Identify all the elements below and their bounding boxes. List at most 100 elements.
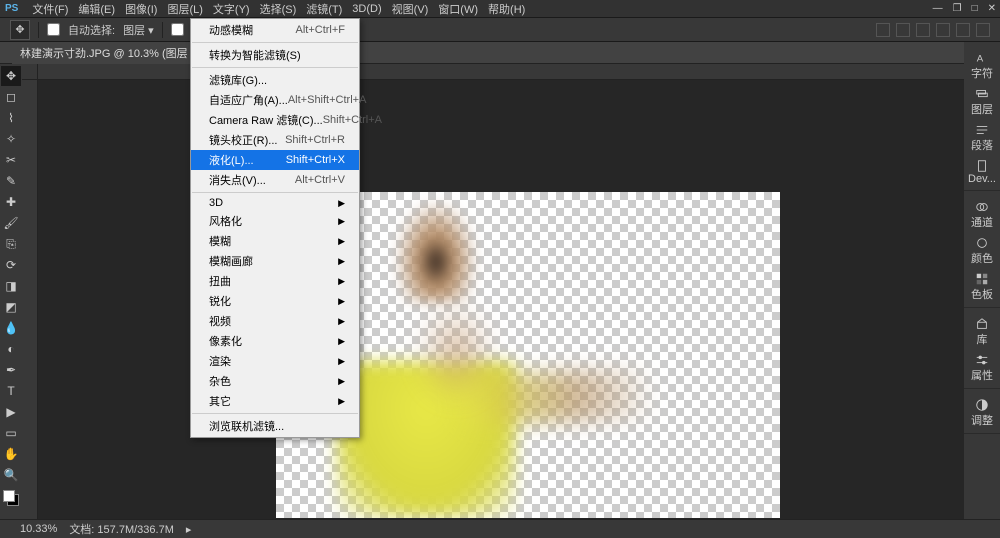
menu-3d[interactable]: 3D(D) [347,1,386,17]
align-button[interactable] [956,23,970,37]
menu-select[interactable]: 选择(S) [255,0,302,19]
panel-properties[interactable]: 属性 [964,351,1000,385]
menu-layer[interactable]: 图层(L) [162,0,207,19]
doc-info-arrow[interactable]: ▸ [186,523,192,536]
color-swatch[interactable] [3,490,19,506]
filter-menu-item[interactable]: 风格化▶ [191,211,359,231]
align-button[interactable] [976,23,990,37]
filter-menu-item[interactable]: 镜头校正(R)...Shift+Ctrl+R [191,130,359,150]
filter-menu-item[interactable]: 锐化▶ [191,291,359,311]
filter-menu-item[interactable]: 3D▶ [191,195,359,211]
filter-menu-item[interactable]: 转换为智能滤镜(S) [191,45,359,65]
pen-tool[interactable]: ✒ [1,360,21,380]
filter-menu-item[interactable]: 扭曲▶ [191,271,359,291]
status-bar: 10.33% 文档: 157.7M/336.7M ▸ [0,519,1000,538]
panel-adjustments[interactable]: 调整 [964,396,1000,430]
filter-menu-item[interactable]: 模糊画廊▶ [191,251,359,271]
filter-menu-item[interactable]: 滤镜库(G)... [191,70,359,90]
magic-wand-tool[interactable]: ✧ [1,129,21,149]
window-maximize-icon[interactable]: □ [972,3,978,14]
dodge-tool[interactable]: ◐ [1,339,21,359]
submenu-arrow-icon: ▶ [338,216,345,227]
filter-menu-item[interactable]: 消失点(V)...Alt+Ctrl+V [191,170,359,190]
menubar: PS 文件(F) 编辑(E) 图像(I) 图层(L) 文字(Y) 选择(S) 滤… [0,0,1000,18]
panel-character[interactable]: A字符 [964,49,1000,83]
lasso-tool[interactable]: ⌇ [1,108,21,128]
menu-item-label: 扭曲 [209,273,231,289]
window-controls: — ❐ □ ✕ [933,3,996,14]
window-restore-icon[interactable]: ❐ [953,3,962,14]
marquee-tool[interactable]: ◻ [1,87,21,107]
panel-device-preview[interactable]: Dev... [964,157,1000,187]
menu-item-label: 消失点(V)... [209,172,266,188]
filter-menu-item[interactable]: 杂色▶ [191,371,359,391]
zoom-tool[interactable]: 🔍 [1,465,21,485]
menu-item-label: 滤镜库(G)... [209,72,267,88]
zoom-level[interactable]: 10.33% [20,523,57,535]
filter-menu-item[interactable]: 自适应广角(A)...Alt+Shift+Ctrl+A [191,90,359,110]
align-button[interactable] [896,23,910,37]
shape-tool[interactable]: ▭ [1,423,21,443]
panel-color[interactable]: 颜色 [964,234,1000,268]
menu-item-label: 视频 [209,313,231,329]
filter-menu-item[interactable]: Camera Raw 滤镜(C)...Shift+Ctrl+A [191,110,359,130]
menu-item-label: 动感模糊 [209,22,253,38]
submenu-arrow-icon: ▶ [338,336,345,347]
hand-tool[interactable]: ✋ [1,444,21,464]
gradient-tool[interactable]: ◩ [1,297,21,317]
panel-channels[interactable]: 通道 [964,198,1000,232]
ruler-horizontal [38,64,964,80]
panel-layers[interactable]: 图层 [964,85,1000,119]
align-button[interactable] [876,23,890,37]
panel-paragraph[interactable]: 段落 [964,121,1000,155]
blur-tool[interactable]: 💧 [1,318,21,338]
filter-menu-item[interactable]: 动感模糊Alt+Ctrl+F [191,20,359,40]
align-button[interactable] [936,23,950,37]
brush-tool[interactable]: 🖌 [1,213,21,233]
filter-menu-item[interactable]: 液化(L)...Shift+Ctrl+X [191,150,359,170]
menu-item-label: 液化(L)... [209,152,254,168]
menu-item-shortcut: Alt+Shift+Ctrl+A [288,94,367,106]
menu-window[interactable]: 窗口(W) [433,0,483,19]
crop-tool[interactable]: ✂ [1,150,21,170]
clone-stamp-tool[interactable]: ⎘ [1,234,21,254]
menu-image[interactable]: 图像(I) [120,0,162,19]
eraser-tool[interactable]: ◨ [1,276,21,296]
filter-menu-item[interactable]: 视频▶ [191,311,359,331]
menu-filter[interactable]: 滤镜(T) [301,0,347,19]
doc-info[interactable]: 文档: 157.7M/336.7M [69,521,174,537]
window-close-icon[interactable]: ✕ [988,3,996,14]
path-select-tool[interactable]: ▶ [1,402,21,422]
move-tool-preset-icon[interactable]: ✥ [10,20,30,40]
menu-help[interactable]: 帮助(H) [483,0,530,19]
healing-brush-tool[interactable]: ✚ [1,192,21,212]
filter-menu-item[interactable]: 模糊▶ [191,231,359,251]
document-tabbar: 林建演示寸劲.JPG @ 10.3% (图层 1 拷贝 2, RGB/8) * … [0,42,1000,64]
move-tool[interactable]: ✥ [1,66,21,86]
panel-swatches[interactable]: 色板 [964,270,1000,304]
panel-libraries[interactable]: 库 [964,315,1000,349]
foreground-color[interactable] [3,490,15,502]
eyedropper-tool[interactable]: ✎ [1,171,21,191]
auto-select-checkbox[interactable] [47,23,60,36]
filter-menu-item[interactable]: 渲染▶ [191,351,359,371]
menu-item-label: 浏览联机滤镜... [209,418,284,434]
menu-item-label: 模糊 [209,233,231,249]
menu-view[interactable]: 视图(V) [387,0,434,19]
submenu-arrow-icon: ▶ [338,396,345,407]
auto-select-dropdown[interactable]: 图层 ▾ [123,22,154,38]
menu-item-label: Camera Raw 滤镜(C)... [209,112,323,128]
align-button[interactable] [916,23,930,37]
filter-menu-item[interactable]: 像素化▶ [191,331,359,351]
filter-menu-item[interactable]: 其它▶ [191,391,359,411]
type-tool[interactable]: T [1,381,21,401]
menu-edit[interactable]: 编辑(E) [73,0,120,19]
tools-palette: ✥ ◻ ⌇ ✧ ✂ ✎ ✚ 🖌 ⎘ ⟳ ◨ ◩ 💧 ◐ ✒ T ▶ ▭ ✋ 🔍 [0,64,22,519]
window-minimize-icon[interactable]: — [933,3,943,14]
menu-file[interactable]: 文件(F) [27,0,73,19]
menu-item-label: 锐化 [209,293,231,309]
filter-menu-item[interactable]: 浏览联机滤镜... [191,416,359,436]
menu-type[interactable]: 文字(Y) [208,0,255,19]
history-brush-tool[interactable]: ⟳ [1,255,21,275]
show-transform-checkbox[interactable] [171,23,184,36]
